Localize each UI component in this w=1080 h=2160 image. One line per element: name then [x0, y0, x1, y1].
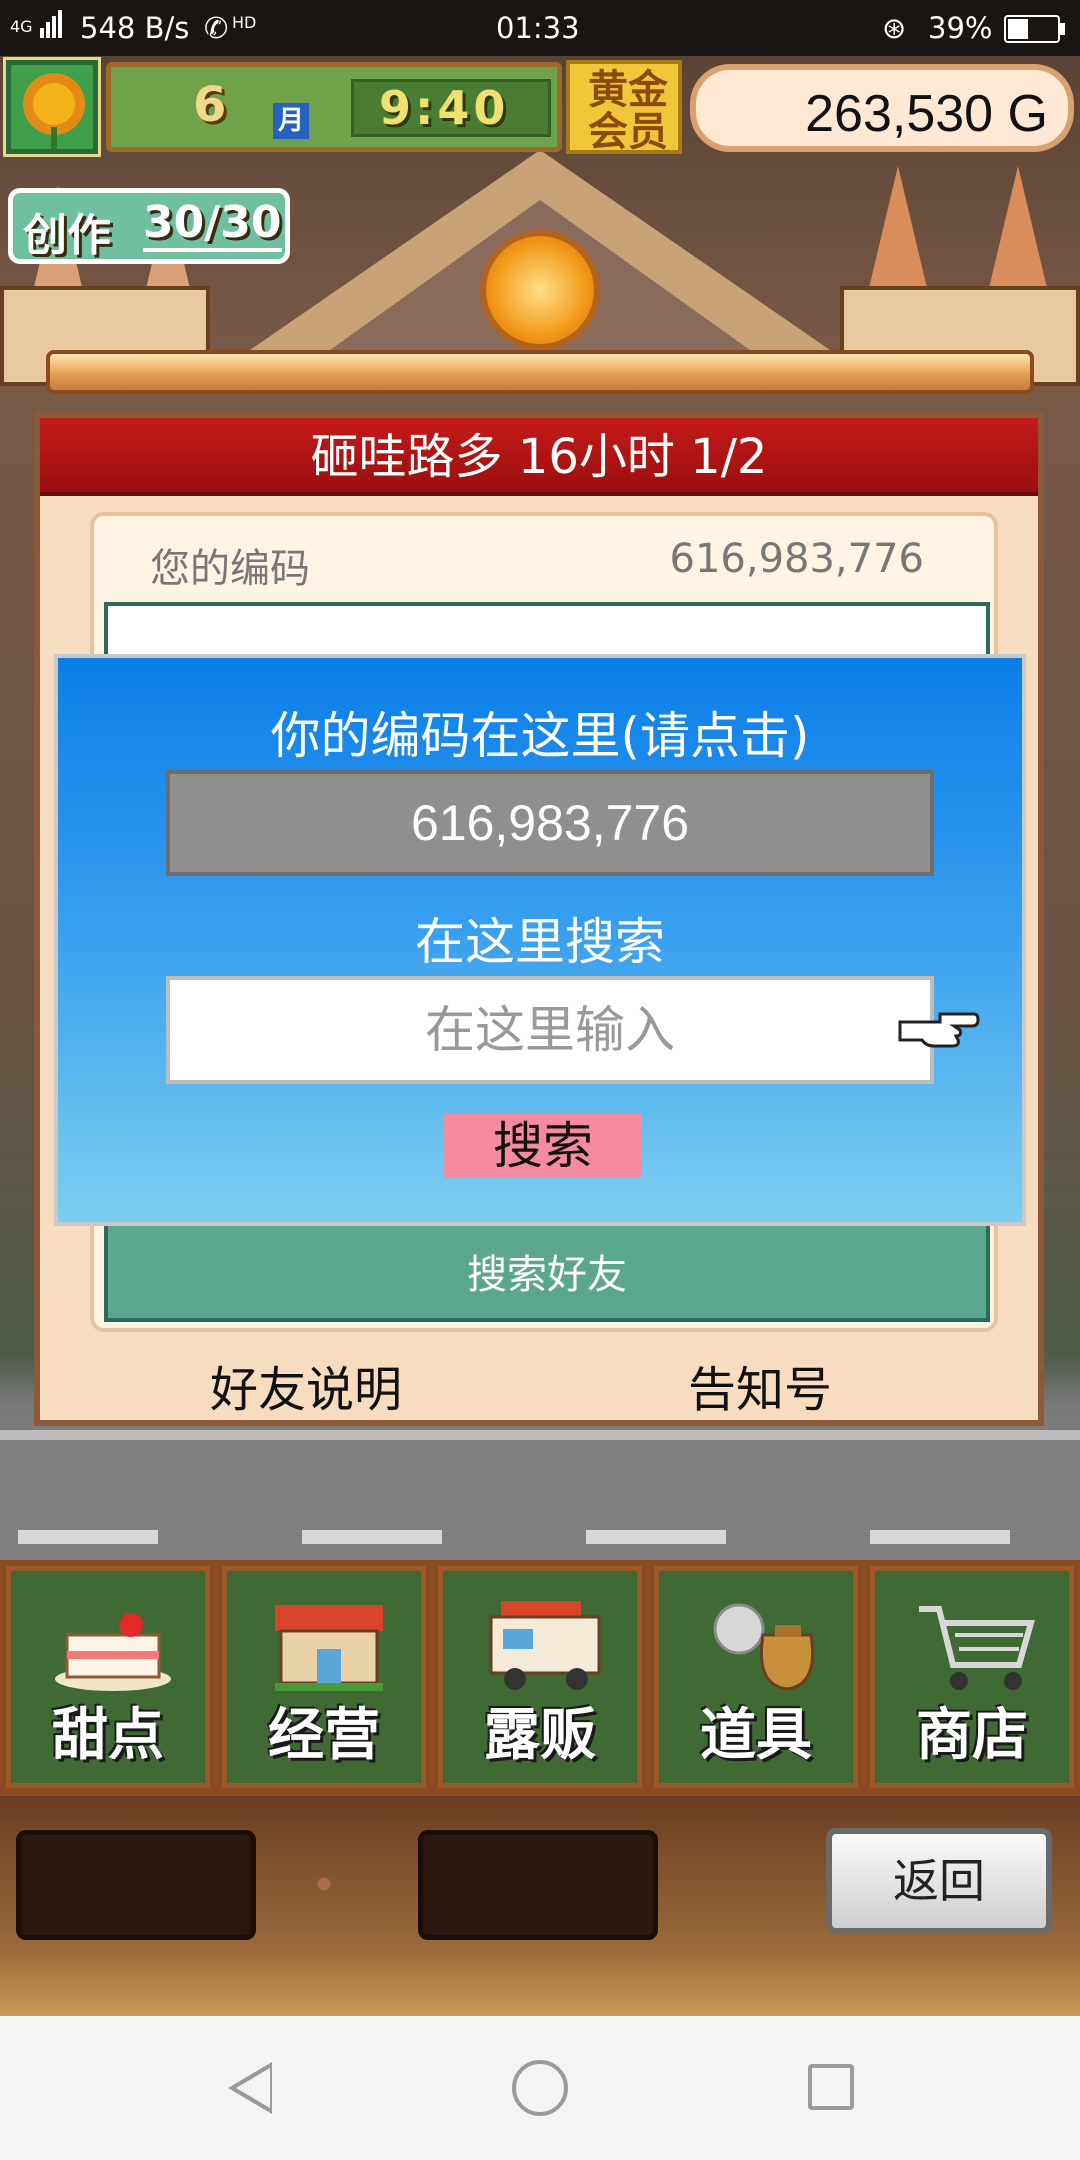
- menu-items-button[interactable]: 道具: [654, 1566, 858, 1788]
- sunflower-icon[interactable]: [3, 57, 101, 157]
- item-bag-icon: [713, 1603, 815, 1691]
- main-menu: 甜点 经营 露贩 道具 商店: [0, 1560, 1080, 1796]
- menu-store-button[interactable]: 商店: [870, 1566, 1074, 1788]
- back-button[interactable]: 返回: [826, 1828, 1052, 1934]
- sun-emblem-icon: [480, 230, 600, 350]
- gold-member-badge[interactable]: 黄金 会员: [566, 60, 682, 154]
- your-code-value: 616,983,776: [669, 536, 924, 582]
- search-button[interactable]: 搜索: [444, 1114, 642, 1178]
- menu-label: 露贩: [484, 1703, 596, 1768]
- network-speed: 548 B/s: [80, 11, 190, 45]
- lane-marking: [18, 1530, 158, 1544]
- your-code-box[interactable]: 616,983,776: [166, 770, 934, 876]
- volte-call-icon: ✆: [204, 11, 229, 45]
- menu-label: 甜点: [52, 1703, 164, 1768]
- lane-marking: [302, 1530, 442, 1544]
- friend-code-dialog: 你的编码在这里(请点击) 616,983,776 在这里搜索 在这里输入 搜索: [54, 654, 1026, 1226]
- month-number: 6: [193, 77, 227, 133]
- nav-home-icon[interactable]: [512, 2060, 568, 2116]
- create-label: 创作: [23, 210, 111, 261]
- menu-label: 商店: [916, 1703, 1028, 1768]
- nav-back-icon-inner: [236, 2068, 270, 2108]
- game-screen: 4G 548 B/s ✆ HD 01:33 ⊛ 39% 6 月 9:40 黄金: [0, 0, 1080, 2160]
- nav-recents-icon[interactable]: [808, 2064, 854, 2110]
- battery-icon: [1004, 14, 1066, 52]
- search-label: 在这里搜索: [415, 913, 665, 971]
- panel-title: 砸哇路多 16小时 1/2: [40, 418, 1038, 496]
- status-time: 01:33: [496, 11, 580, 45]
- roof-beam: [46, 350, 1034, 394]
- food-truck-icon: [489, 1601, 601, 1690]
- money-display: 263,530 G: [690, 64, 1074, 152]
- notice-button[interactable]: 告知号: [688, 1350, 832, 1420]
- pointing-hand-icon: [896, 1000, 980, 1054]
- status-bar: 4G 548 B/s ✆ HD 01:33 ⊛ 39%: [0, 0, 1080, 56]
- money-amount: 263,530 G: [805, 85, 1048, 143]
- date-display: 6 月 9:40: [106, 62, 562, 152]
- cake-icon: [55, 1613, 171, 1691]
- shopping-cart-icon: [919, 1606, 1035, 1690]
- lane-marking: [586, 1530, 726, 1544]
- friend-code-input[interactable]: 在这里输入: [166, 976, 934, 1084]
- menu-label: 经营: [268, 1703, 380, 1768]
- friend-help-button[interactable]: 好友说明: [210, 1350, 402, 1420]
- create-count: 30/30: [143, 197, 282, 252]
- empty-slot: [16, 1830, 256, 1940]
- network-type: 4G: [10, 17, 33, 36]
- rotation-lock-icon: ⊛: [882, 11, 907, 45]
- lane-marking: [870, 1530, 1010, 1544]
- menu-management-button[interactable]: 经营: [222, 1566, 426, 1788]
- gold-member-line1: 黄金: [588, 67, 668, 113]
- gold-member-line2: 会员: [588, 109, 668, 155]
- battery-percent: 39%: [928, 11, 993, 45]
- game-clock: 9:40: [379, 81, 510, 135]
- menu-sweets-button[interactable]: 甜点: [6, 1566, 210, 1788]
- shop-icon: [275, 1605, 383, 1691]
- create-counter: 创作 30/30: [8, 188, 290, 264]
- search-friends-button[interactable]: 搜索好友: [108, 1242, 986, 1300]
- signal-icon: [40, 8, 62, 47]
- hd-label: HD: [232, 13, 257, 32]
- menu-street-vendor-button[interactable]: 露贩: [438, 1566, 642, 1788]
- dialog-title: 你的编码在这里(请点击): [270, 707, 810, 765]
- your-code-label: 您的编码: [150, 546, 310, 592]
- empty-slot: [418, 1830, 658, 1940]
- menu-label: 道具: [700, 1703, 812, 1768]
- month-label: 月: [273, 103, 309, 139]
